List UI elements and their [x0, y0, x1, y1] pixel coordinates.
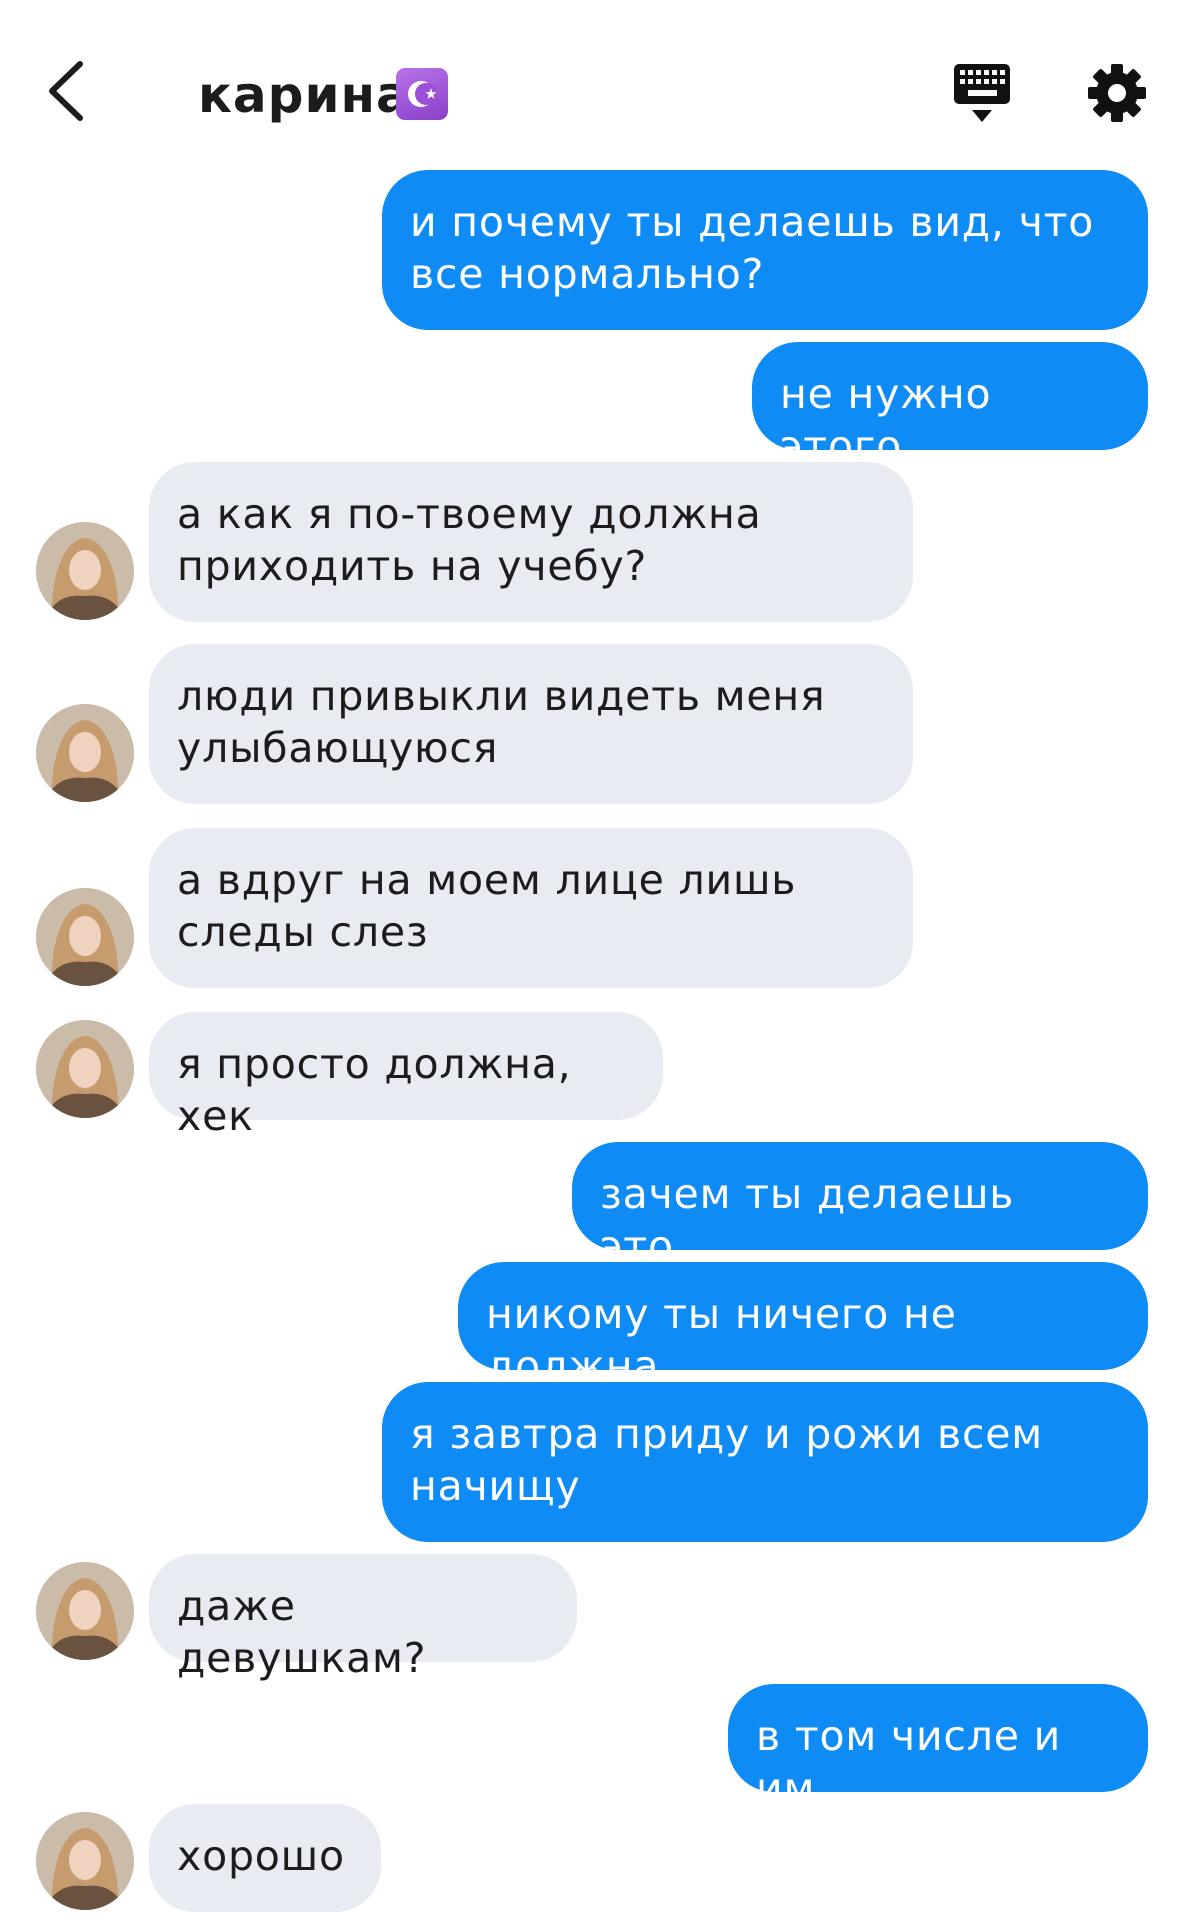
contact-avatar[interactable]	[36, 522, 134, 620]
keyboard-icon	[954, 64, 1010, 122]
chevron-left-icon	[49, 61, 83, 121]
message-bubble-incoming[interactable]: люди привыкли видеть меня улыбающуюся	[149, 644, 913, 804]
contact-avatar[interactable]	[36, 704, 134, 802]
back-button[interactable]	[36, 56, 96, 126]
chat-header: карина	[0, 0, 1182, 165]
message-bubble-outgoing[interactable]: в том числе и им	[728, 1684, 1148, 1812]
message-bubble-outgoing[interactable]: зачем ты делаешь это...	[572, 1142, 1148, 1270]
gear-icon	[1088, 64, 1146, 122]
settings-button[interactable]	[1086, 62, 1148, 124]
contact-avatar[interactable]	[36, 1020, 134, 1118]
message-bubble-outgoing[interactable]: не нужно этого	[752, 342, 1148, 470]
contact-name[interactable]: карина	[198, 60, 411, 130]
contact-avatar[interactable]	[36, 1562, 134, 1660]
message-bubble-incoming[interactable]: а как я по-твоему должна приходить на уч…	[149, 462, 913, 622]
message-bubble-incoming[interactable]: даже девушкам?	[149, 1554, 577, 1682]
contact-avatar[interactable]	[36, 1812, 134, 1910]
message-bubble-incoming[interactable]: я просто должна, хек	[149, 1012, 663, 1140]
message-bubble-incoming[interactable]: а вдруг на моем лице лишь следы слез	[149, 828, 913, 988]
message-bubble-outgoing[interactable]: никому ты ничего не должна	[458, 1262, 1148, 1390]
message-bubble-outgoing[interactable]: я завтра приду и рожи всем начищу	[382, 1382, 1148, 1542]
contact-avatar[interactable]	[36, 888, 134, 986]
message-bubble-incoming[interactable]: хорошо	[149, 1804, 381, 1912]
message-bubble-outgoing[interactable]: и почему ты делаешь вид, что все нормаль…	[382, 170, 1148, 330]
chat-screen: карина и почему ты делаешь вид, что все …	[0, 0, 1182, 1920]
star-and-crescent-icon	[396, 68, 448, 120]
keyboard-button[interactable]	[952, 62, 1012, 124]
